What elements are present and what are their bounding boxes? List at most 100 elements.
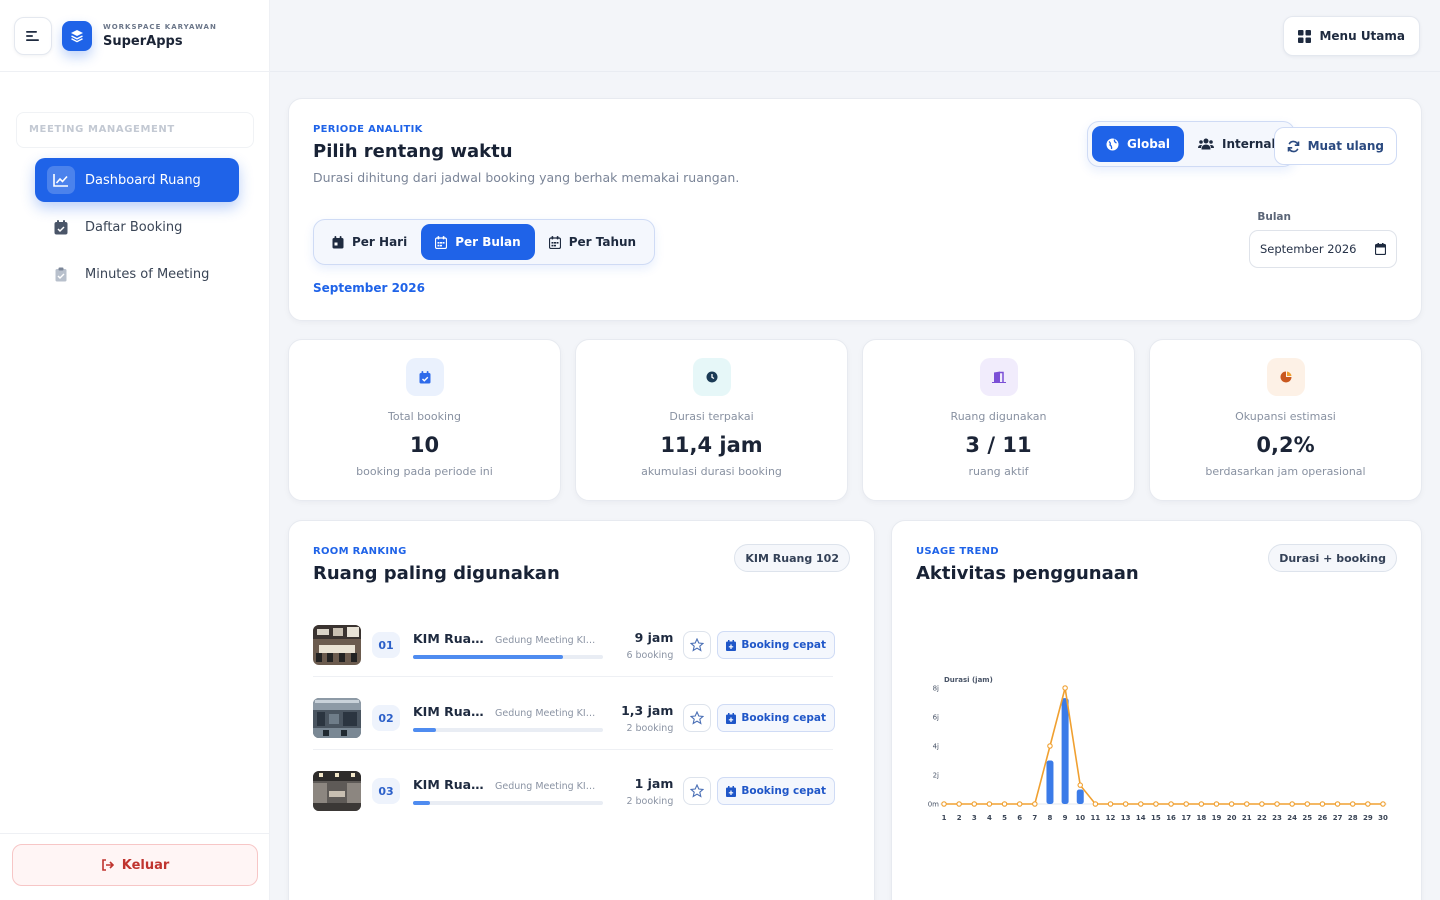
usage-trend-card: USAGE TREND Aktivitas penggunaan Durasi … xyxy=(891,520,1422,900)
trend-title: Aktivitas penggunaan xyxy=(916,563,1139,584)
line-point xyxy=(1259,801,1265,807)
favorite-button[interactable] xyxy=(683,704,712,732)
line-point xyxy=(1365,801,1371,807)
tab-per-hari[interactable]: Per Hari xyxy=(318,224,421,260)
main-menu-button[interactable]: Menu Utama xyxy=(1283,16,1420,56)
line-point xyxy=(941,801,947,807)
calendar-check-icon xyxy=(47,213,75,241)
tab-per-tahun[interactable]: Per Tahun xyxy=(535,224,650,260)
line-point xyxy=(1077,782,1083,788)
stat-card-total-booking: Total booking 10 booking pada periode in… xyxy=(288,339,561,501)
line-point xyxy=(1213,801,1220,807)
grid-icon xyxy=(1298,29,1312,43)
quick-booking-button[interactable]: Booking cepat xyxy=(717,631,835,659)
tab-label: Internal xyxy=(1222,137,1276,151)
reload-button[interactable]: Muat ulang xyxy=(1273,127,1397,165)
scope-switch: Global Internal xyxy=(1087,121,1295,167)
layers-icon xyxy=(71,29,83,42)
tab-global[interactable]: Global xyxy=(1092,126,1185,162)
line-point xyxy=(1274,801,1280,807)
x-tick-label: 8 xyxy=(1048,814,1053,822)
line-point xyxy=(986,801,993,807)
x-tick-label: 30 xyxy=(1378,814,1388,822)
y-tick-label: 8j xyxy=(933,685,939,693)
main-menu-label: Menu Utama xyxy=(1319,29,1405,43)
sidebar-item-dashboard-ruang[interactable]: Dashboard Ruang xyxy=(35,158,239,202)
ranking-title: Ruang paling digunakan xyxy=(313,563,560,584)
top-room-badge: KIM Ruang 102 xyxy=(734,544,850,572)
bar xyxy=(1046,760,1054,804)
line-point xyxy=(1228,801,1235,807)
quick-booking-label: Booking cepat xyxy=(741,712,826,724)
usage-hours: 1,3 jam xyxy=(621,702,674,718)
line-point xyxy=(1107,801,1114,807)
rank-info: KIM Ruan... Gedung Meeting KIM -... xyxy=(413,704,603,732)
room-name: KIM Ruan... xyxy=(413,704,485,719)
line-series xyxy=(944,687,1383,805)
brand-header: WORKSPACE KARYAWAN SuperApps xyxy=(0,0,269,72)
line-point xyxy=(1001,801,1008,807)
sidebar-item-label: Daftar Booking xyxy=(85,219,183,235)
calendar-check-icon xyxy=(405,358,444,396)
month-input[interactable]: September 2026 xyxy=(1249,230,1397,268)
calendar-year-icon xyxy=(548,235,561,249)
calendar-picker-icon[interactable] xyxy=(1375,243,1386,255)
stat-label: Ruang digunakan xyxy=(950,410,1047,423)
app-logo xyxy=(62,20,92,51)
quick-booking-button[interactable]: Booking cepat xyxy=(717,777,835,805)
usage-bar-fill xyxy=(413,655,564,659)
booking-count: 6 booking xyxy=(626,649,674,661)
room-photo xyxy=(313,698,361,738)
x-tick-label: 20 xyxy=(1227,814,1237,822)
quick-booking-button[interactable]: Booking cepat xyxy=(717,704,835,732)
users-icon xyxy=(1198,138,1215,150)
list-item: 02 KIM Ruan... Gedung Meeting KIM -... 1… xyxy=(313,687,835,749)
sidebar-item-daftar-booking[interactable]: Daftar Booking xyxy=(35,205,239,249)
line-point xyxy=(1168,801,1174,807)
favorite-button[interactable] xyxy=(683,777,712,805)
x-tick-label: 12 xyxy=(1106,814,1116,822)
line-point xyxy=(1183,801,1189,807)
stat-value: 0,2% xyxy=(1256,433,1315,457)
booking-count: 2 booking xyxy=(626,722,674,734)
sidebar: WORKSPACE KARYAWAN SuperApps MEETING MAN… xyxy=(0,0,270,900)
x-tick-label: 1 xyxy=(942,814,947,822)
y-tick-label: 4j xyxy=(933,743,939,751)
x-tick-label: 9 xyxy=(1063,814,1068,822)
line-point xyxy=(1032,801,1038,807)
usage-trend-chart: Durasi (jam)0m2j4j6j8j1 2 3 4 5 6 7 8 9 10 11 12 13 1… xyxy=(928,676,1388,822)
y-tick-label: 0m xyxy=(928,801,939,809)
star-icon xyxy=(690,784,705,798)
topbar: Menu Utama xyxy=(270,0,1440,72)
line-point xyxy=(1198,801,1205,807)
line-point xyxy=(1289,801,1295,807)
x-tick-label: 11 xyxy=(1091,814,1101,822)
x-tick-label: 10 xyxy=(1075,814,1085,822)
line-point xyxy=(1349,801,1356,807)
sidebar-item-minutes-of-meeting[interactable]: Minutes of Meeting xyxy=(35,252,239,296)
line-point xyxy=(1304,801,1311,807)
chart-line-icon xyxy=(47,166,75,194)
logout-button[interactable]: Keluar xyxy=(12,844,258,886)
stat-subtext: booking pada periode ini xyxy=(356,465,493,478)
tab-per-bulan[interactable]: Per Bulan xyxy=(421,224,535,260)
tab-label: Global xyxy=(1127,137,1171,151)
stat-value: 3 / 11 xyxy=(965,433,1032,457)
selected-period-label: September 2026 xyxy=(313,281,425,295)
rank-info: KIM Ruan... Gedung Meeting KIM -... xyxy=(413,777,603,805)
sidebar-toggle-button[interactable] xyxy=(14,16,52,55)
calendar-month-icon xyxy=(435,235,448,249)
stat-subtext: berdasarkan jam operasional xyxy=(1205,465,1366,478)
x-tick-label: 29 xyxy=(1363,814,1373,822)
line-point xyxy=(1244,801,1250,807)
favorite-button[interactable] xyxy=(683,631,712,659)
line-point xyxy=(1153,801,1159,807)
x-tick-label: 13 xyxy=(1121,814,1131,822)
rank-number: 03 xyxy=(372,778,400,804)
globe-icon xyxy=(1106,138,1119,150)
building-name: Gedung Meeting KIM -... xyxy=(495,708,603,719)
line-point xyxy=(1319,801,1326,807)
calendar-plus-icon xyxy=(726,785,737,797)
usage-bar xyxy=(413,801,603,805)
list-item: 03 KIM Ruan... Gedung Meeting KIM -... 1… xyxy=(313,760,835,822)
